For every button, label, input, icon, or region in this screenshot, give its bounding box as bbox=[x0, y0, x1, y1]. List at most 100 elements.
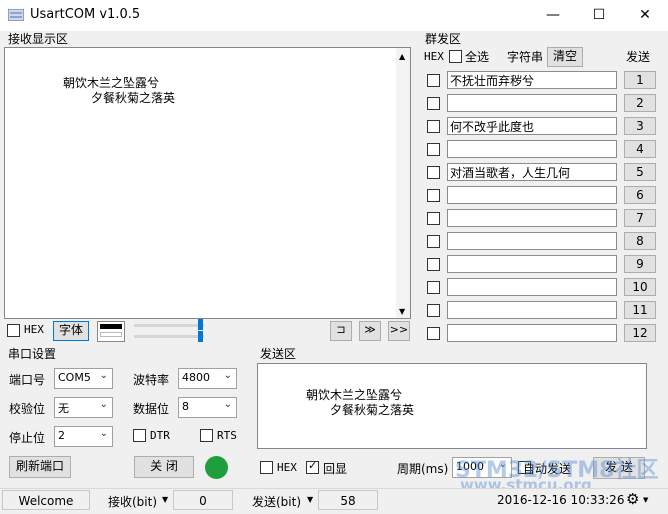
font-button[interactable]: 字体 bbox=[53, 321, 89, 341]
datetime: 2016-12-16 10:33:26 bbox=[497, 493, 625, 507]
scroll-down-icon[interactable]: ▼ bbox=[399, 307, 405, 316]
group-row-send-button[interactable]: 8 bbox=[624, 232, 656, 250]
group-row-checkbox[interactable] bbox=[427, 74, 440, 87]
receive-scrollbar[interactable]: ▲ ▼ bbox=[396, 48, 410, 318]
gear-dropdown-icon[interactable]: ▼ bbox=[643, 496, 648, 504]
sent-count-label[interactable]: 发送(bit) bbox=[252, 493, 301, 510]
color-picker[interactable] bbox=[97, 321, 125, 342]
text-color-swatch bbox=[100, 324, 122, 329]
group-row-checkbox[interactable] bbox=[427, 120, 440, 133]
receive-hex-checkbox[interactable] bbox=[7, 324, 20, 337]
gear-icon[interactable]: ⚙ bbox=[626, 490, 639, 508]
open-close-port-button[interactable]: 关 闭 bbox=[134, 456, 194, 478]
minimize-button[interactable]: — bbox=[530, 0, 576, 31]
group-row-input[interactable] bbox=[447, 324, 617, 342]
group-row-checkbox[interactable] bbox=[427, 327, 440, 340]
group-row-input[interactable] bbox=[447, 301, 617, 319]
stopbits-select[interactable]: 2 ⌄ bbox=[54, 426, 113, 447]
dropdown-arrow-icon[interactable]: ▼ bbox=[162, 495, 168, 504]
group-row-send-button[interactable]: 11 bbox=[624, 301, 656, 319]
group-row-checkbox[interactable] bbox=[427, 281, 440, 294]
send-input[interactable]: 朝饮木兰之坠露兮 夕餐秋菊之落英 bbox=[257, 363, 647, 449]
title-bar: UsartCOM v1.0.5 — ☐ ✕ bbox=[0, 0, 668, 31]
group-row-input[interactable]: 不抚壮而弃秽兮 bbox=[447, 71, 617, 89]
chevron-down-icon: ⌄ bbox=[99, 399, 108, 410]
status-welcome: Welcome bbox=[2, 490, 90, 510]
receive-hex-label: HEX bbox=[24, 323, 44, 336]
group-row-send-button[interactable]: 12 bbox=[624, 324, 656, 342]
group-row-send-button[interactable]: 4 bbox=[624, 140, 656, 158]
refresh-ports-button[interactable]: 刷新端口 bbox=[9, 456, 71, 478]
group-row-input[interactable] bbox=[447, 255, 617, 273]
close-window-button[interactable]: ✕ bbox=[622, 0, 668, 31]
app-icon bbox=[8, 9, 24, 21]
send-text: 朝饮木兰之坠露兮 夕餐秋菊之落英 bbox=[306, 388, 414, 418]
chevron-down-icon: ⌄ bbox=[99, 428, 108, 439]
slider-thumb[interactable] bbox=[198, 331, 203, 342]
group-row-checkbox[interactable] bbox=[427, 189, 440, 202]
port-status-indicator bbox=[205, 456, 228, 479]
port-select[interactable]: COM5 ⌄ bbox=[54, 368, 113, 389]
echo-checkbox[interactable]: ✓ bbox=[306, 459, 319, 474]
group-row-input[interactable] bbox=[447, 232, 617, 250]
group-row-input[interactable] bbox=[447, 140, 617, 158]
clear-button[interactable]: 清空 bbox=[547, 47, 583, 67]
receive-line: 夕餐秋菊之落英 bbox=[91, 91, 176, 105]
parity-select[interactable]: 无 ⌄ bbox=[54, 397, 113, 418]
baud-select[interactable]: 4800 ⌄ bbox=[178, 368, 237, 389]
send-column-header: 发送 bbox=[626, 50, 651, 64]
recv-count-label[interactable]: 接收(bit) bbox=[108, 493, 157, 510]
receive-section-title: 接收显示区 bbox=[8, 32, 69, 46]
chevron-down-icon: ⌄ bbox=[223, 399, 232, 410]
group-row-send-button[interactable]: 6 bbox=[624, 186, 656, 204]
group-row-input[interactable] bbox=[447, 209, 617, 227]
group-row-input[interactable]: 何不改乎此度也 bbox=[447, 117, 617, 135]
group-row-send-button[interactable]: 10 bbox=[624, 278, 656, 296]
string-label: 字符串 bbox=[507, 50, 544, 64]
send-hex-checkbox[interactable] bbox=[260, 461, 273, 474]
group-send-title: 群发区 bbox=[425, 32, 462, 46]
expand-button[interactable]: >> bbox=[388, 321, 410, 341]
databits-select[interactable]: 8 ⌄ bbox=[178, 397, 237, 418]
scroll-bottom-button[interactable]: ≫ bbox=[359, 321, 381, 341]
port-label: 端口号 bbox=[9, 373, 46, 387]
group-row-checkbox[interactable] bbox=[427, 258, 440, 271]
maximize-button[interactable]: ☐ bbox=[576, 0, 622, 31]
group-row-checkbox[interactable] bbox=[427, 235, 440, 248]
dropdown-arrow-icon[interactable]: ▼ bbox=[307, 495, 313, 504]
scroll-up-icon[interactable]: ▲ bbox=[399, 52, 405, 61]
dtr-checkbox[interactable] bbox=[133, 429, 146, 442]
baud-label: 波特率 bbox=[133, 373, 170, 387]
group-row-send-button[interactable]: 2 bbox=[624, 94, 656, 112]
send-line: 夕餐秋菊之落英 bbox=[330, 403, 415, 417]
port-value: COM5 bbox=[58, 371, 91, 384]
group-row-input[interactable] bbox=[447, 94, 617, 112]
group-row-send-button[interactable]: 5 bbox=[624, 163, 656, 181]
group-row-send-button[interactable]: 3 bbox=[624, 117, 656, 135]
group-row-checkbox[interactable] bbox=[427, 304, 440, 317]
group-row-input[interactable]: 对酒当歌者，人生几何 bbox=[447, 163, 617, 181]
databits-label: 数据位 bbox=[133, 402, 170, 416]
port-settings-title: 串口设置 bbox=[8, 347, 57, 361]
group-row-checkbox[interactable] bbox=[427, 97, 440, 110]
receive-display[interactable]: 朝饮木兰之坠露兮 夕餐秋菊之落英 ▲ ▼ bbox=[4, 47, 411, 319]
checkmark-icon: ✓ bbox=[308, 459, 318, 472]
rts-checkbox[interactable] bbox=[200, 429, 213, 442]
send-line: 朝饮木兰之坠露兮 bbox=[306, 388, 403, 402]
stopbits-value: 2 bbox=[58, 429, 65, 442]
sent-count-value: 58 bbox=[318, 490, 378, 510]
select-all-checkbox[interactable] bbox=[449, 50, 462, 63]
group-row-checkbox[interactable] bbox=[427, 166, 440, 179]
group-row-send-button[interactable]: 9 bbox=[624, 255, 656, 273]
group-row-input[interactable] bbox=[447, 278, 617, 296]
group-row-input[interactable] bbox=[447, 186, 617, 204]
slider-thumb[interactable] bbox=[198, 319, 203, 330]
group-hex-label: HEX bbox=[424, 50, 444, 63]
group-row-send-button[interactable]: 1 bbox=[624, 71, 656, 89]
pin-button[interactable]: ⊐ bbox=[330, 321, 352, 341]
chevron-down-icon: ⌄ bbox=[223, 370, 232, 381]
receive-line: 朝饮木兰之坠露兮 bbox=[63, 76, 160, 90]
group-row-checkbox[interactable] bbox=[427, 143, 440, 156]
group-row-checkbox[interactable] bbox=[427, 212, 440, 225]
group-row-send-button[interactable]: 7 bbox=[624, 209, 656, 227]
